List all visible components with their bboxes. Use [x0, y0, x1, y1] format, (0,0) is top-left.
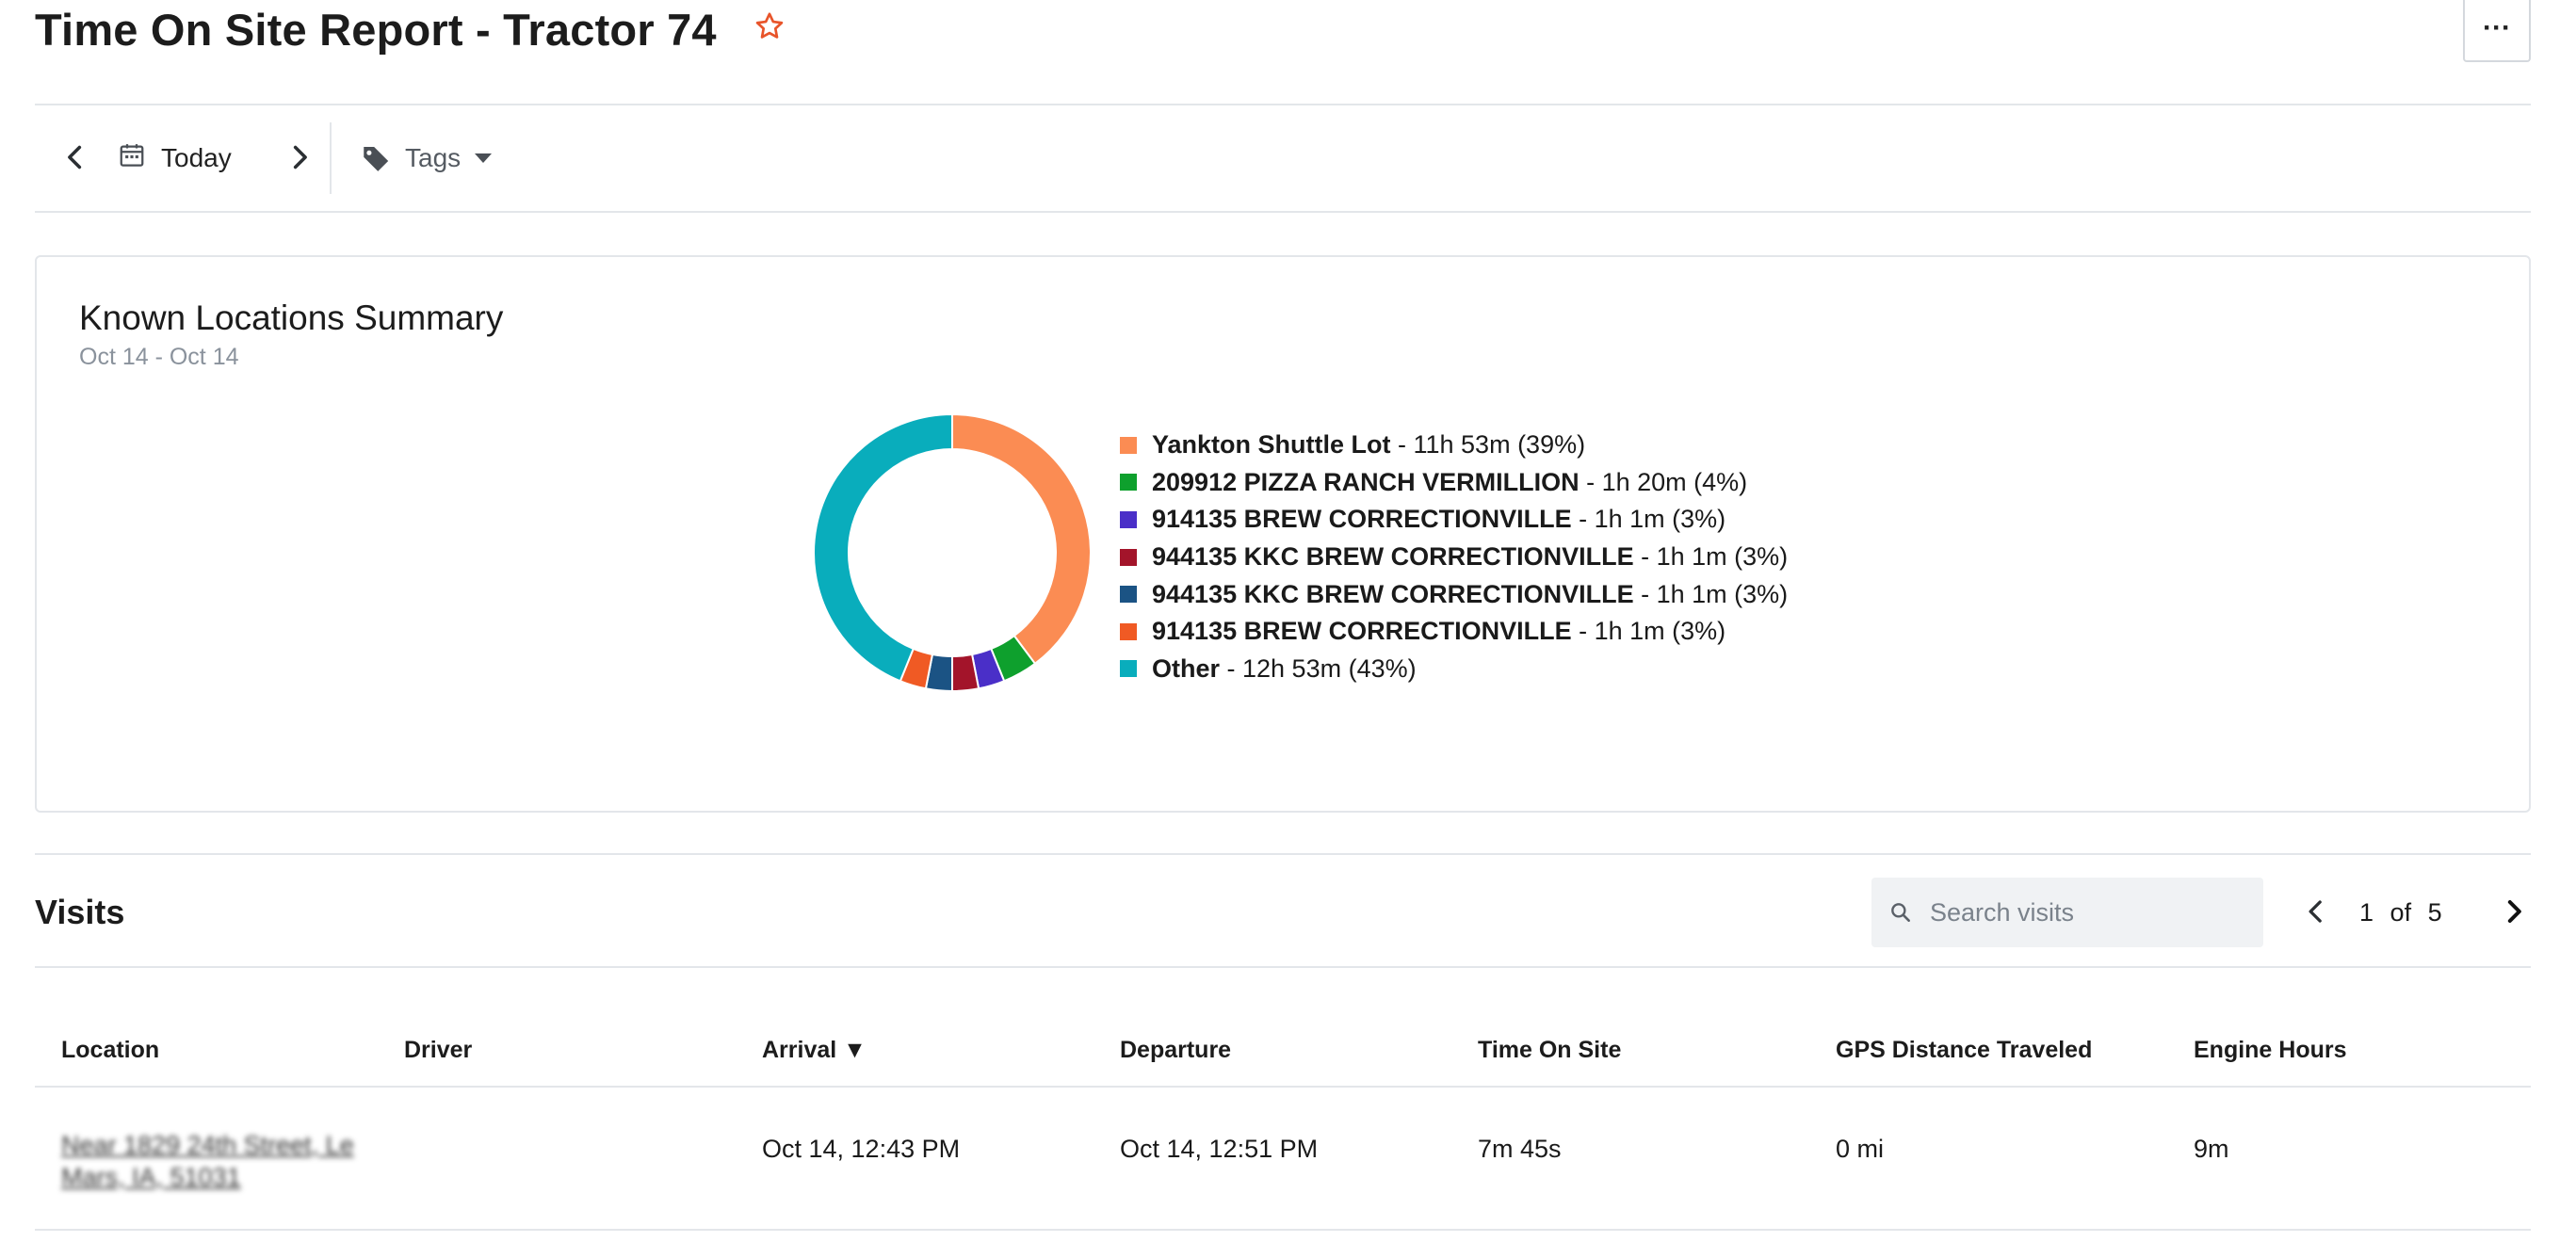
legend-location-detail: - 1h 20m (4%) — [1579, 467, 1748, 496]
tag-icon — [363, 146, 389, 171]
column-header-engine-hours[interactable]: Engine Hours — [2194, 1037, 2347, 1064]
legend-item[interactable]: 944135 KKC BREW CORRECTIONVILLE - 1h 1m … — [1120, 575, 1788, 613]
legend-swatch — [1120, 436, 1137, 454]
legend-location-name: 944135 KKC BREW CORRECTIONVILLE — [1152, 542, 1634, 572]
legend-swatch — [1120, 660, 1137, 678]
tags-label: Tags — [405, 143, 462, 172]
chart-legend: Yankton Shuttle Lot - 11h 53m (39%) 20991… — [1120, 427, 1788, 687]
legend-item[interactable]: 914135 BREW CORRECTIONVILLE - 1h 1m (3%) — [1120, 501, 1788, 539]
legend-swatch — [1120, 622, 1137, 640]
search-visits-box[interactable] — [1871, 878, 2263, 947]
legend-item[interactable]: Other - 12h 53m (43%) — [1120, 651, 1788, 688]
column-header-location[interactable]: Location — [61, 1037, 159, 1064]
date-range-selector[interactable]: Today — [161, 143, 232, 173]
visit-arrival: Oct 14, 12:43 PM — [762, 1135, 961, 1163]
donut-slice[interactable] — [951, 412, 1092, 666]
next-day-chevron-icon[interactable] — [280, 137, 319, 177]
column-header-arrival[interactable]: Arrival ▼ — [762, 1037, 867, 1064]
locations-donut-chart — [813, 412, 1092, 693]
caret-down-icon — [475, 153, 493, 163]
toolbar-divider — [330, 122, 332, 194]
legend-item[interactable]: 914135 BREW CORRECTIONVILLE - 1h 1m (3%) — [1120, 613, 1788, 651]
next-page-chevron-icon[interactable] — [2495, 893, 2533, 930]
legend-swatch — [1120, 586, 1137, 604]
more-options-button[interactable]: ··· — [2463, 0, 2531, 62]
column-header-driver[interactable]: Driver — [404, 1037, 472, 1064]
legend-item[interactable]: 209912 PIZZA RANCH VERMILLION - 1h 20m (… — [1120, 464, 1788, 502]
toolbar: Today Tags — [35, 105, 2531, 213]
legend-location-name: 209912 PIZZA RANCH VERMILLION — [1152, 467, 1580, 496]
previous-day-chevron-icon[interactable] — [56, 137, 95, 177]
search-icon — [1891, 903, 1910, 922]
legend-location-name: 914135 BREW CORRECTIONVILLE — [1152, 617, 1572, 646]
summary-title: Known Locations Summary — [79, 298, 504, 337]
legend-item[interactable]: Yankton Shuttle Lot - 11h 53m (39%) — [1120, 427, 1788, 464]
page-title: Time On Site Report - Tractor 74 — [35, 5, 717, 55]
column-header-departure[interactable]: Departure — [1120, 1037, 1231, 1064]
legend-swatch — [1120, 510, 1137, 528]
visits-header: Visits 1 of 5 — [35, 853, 2531, 968]
pagination-indicator: 1 of 5 — [2359, 898, 2452, 927]
page-total: 5 — [2427, 898, 2442, 927]
legend-location-detail: - 1h 1m (3%) — [1571, 617, 1726, 646]
legend-location-detail: - 1h 1m (3%) — [1633, 542, 1789, 572]
legend-item[interactable]: 944135 KKC BREW CORRECTIONVILLE - 1h 1m … — [1120, 539, 1788, 576]
visit-location-link[interactable]: Near 1829 24th Street, Le Mars, IA, 5103… — [61, 1129, 400, 1193]
column-header-gps-distance[interactable]: GPS Distance Traveled — [1836, 1037, 2092, 1064]
previous-page-chevron-icon[interactable] — [2297, 893, 2335, 930]
visit-time-on-site: 7m 45s — [1478, 1135, 1562, 1163]
legend-swatch — [1120, 548, 1137, 566]
visits-title: Visits — [35, 893, 125, 931]
legend-location-detail: - 1h 1m (3%) — [1633, 579, 1789, 608]
page-current: 1 — [2359, 898, 2374, 927]
legend-location-name: Other — [1152, 653, 1221, 683]
legend-location-name: 944135 KKC BREW CORRECTIONVILLE — [1152, 579, 1634, 608]
calendar-icon[interactable] — [118, 141, 146, 169]
tags-filter-dropdown[interactable]: Tags — [360, 139, 493, 177]
visits-table: Location Driver Arrival ▼ Departure Time… — [35, 1007, 2531, 1231]
legend-location-detail: - 11h 53m (39%) — [1390, 430, 1586, 460]
visit-departure: Oct 14, 12:51 PM — [1120, 1135, 1319, 1163]
visit-engine-hours: 9m — [2194, 1135, 2229, 1163]
search-visits-input[interactable] — [1930, 897, 2250, 927]
legend-location-detail: - 1h 1m (3%) — [1571, 505, 1726, 534]
legend-location-name: Yankton Shuttle Lot — [1152, 430, 1391, 460]
legend-location-detail: - 12h 53m (43%) — [1220, 653, 1417, 683]
star-icon[interactable] — [753, 9, 786, 43]
report-header: Time On Site Report - Tractor 74 ··· — [35, 0, 2531, 105]
legend-swatch — [1120, 474, 1137, 492]
page-of-label: of — [2390, 898, 2412, 927]
donut-slice[interactable] — [813, 412, 953, 683]
column-header-time-on-site[interactable]: Time On Site — [1478, 1037, 1621, 1064]
summary-date-range: Oct 14 - Oct 14 — [79, 344, 239, 370]
table-header-row: Location Driver Arrival ▼ Departure Time… — [35, 1007, 2531, 1088]
known-locations-summary-card: Known Locations Summary Oct 14 - Oct 14 … — [35, 255, 2531, 813]
visit-gps-distance: 0 mi — [1836, 1135, 1885, 1163]
legend-location-name: 914135 BREW CORRECTIONVILLE — [1152, 505, 1572, 534]
table-row[interactable]: Near 1829 24th Street, Le Mars, IA, 5103… — [35, 1088, 2531, 1231]
